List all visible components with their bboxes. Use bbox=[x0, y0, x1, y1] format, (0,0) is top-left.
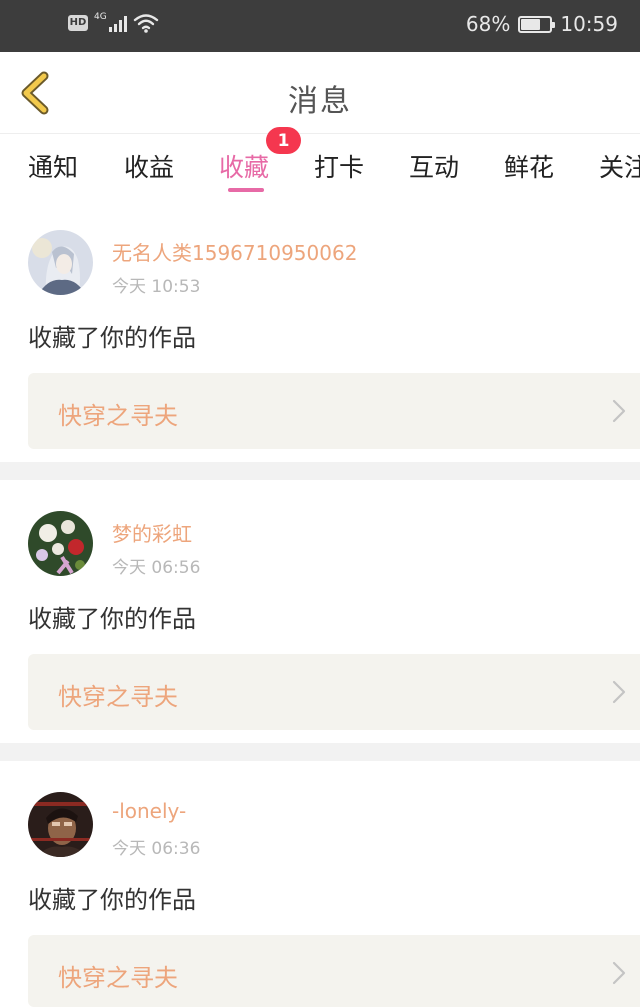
tab-follow[interactable]: 关注 bbox=[599, 148, 640, 184]
tab-interaction[interactable]: 互动 bbox=[409, 148, 459, 184]
action-text: 收藏了你的作品 bbox=[28, 886, 196, 914]
unread-badge: 1 bbox=[266, 127, 301, 154]
timestamp: 今天 06:36 bbox=[112, 839, 201, 859]
work-title: 快穿之寻夫 bbox=[58, 683, 178, 711]
timestamp: 今天 10:53 bbox=[112, 277, 201, 297]
avatar[interactable] bbox=[28, 511, 93, 576]
tab-flowers[interactable]: 鲜花 bbox=[504, 148, 554, 184]
tab-earnings[interactable]: 收益 bbox=[124, 148, 174, 184]
active-tab-indicator bbox=[228, 188, 264, 192]
battery-percent: 68% bbox=[465, 12, 511, 36]
message-card: 无名人类1596710950062 今天 10:53 收藏了你的作品 快穿之寻夫 bbox=[0, 199, 640, 462]
battery-level bbox=[521, 18, 541, 30]
avatar-image bbox=[28, 511, 93, 576]
avatar[interactable] bbox=[28, 792, 93, 857]
tab-checkin[interactable]: 打卡 bbox=[314, 148, 364, 184]
username[interactable]: 无名人类1596710950062 bbox=[112, 237, 357, 266]
chevron-right-icon bbox=[612, 399, 626, 423]
network-type: 4G bbox=[94, 12, 107, 22]
timestamp: 今天 06:56 bbox=[112, 558, 201, 578]
avatar-image bbox=[28, 230, 93, 295]
chevron-right-icon bbox=[612, 680, 626, 704]
action-text: 收藏了你的作品 bbox=[28, 605, 196, 633]
username[interactable]: -lonely- bbox=[112, 799, 186, 823]
card-separator bbox=[0, 743, 640, 761]
signal-icon bbox=[108, 14, 127, 32]
tab-favorites[interactable]: 收藏 bbox=[219, 148, 269, 184]
wifi-icon bbox=[133, 14, 158, 33]
work-link[interactable]: 快穿之寻夫 bbox=[28, 935, 640, 1007]
chevron-right-icon bbox=[612, 961, 626, 985]
page-title: 消息 bbox=[288, 84, 352, 119]
status-right: 68% 10:59 bbox=[466, 12, 618, 36]
message-card: -lonely- 今天 06:36 收藏了你的作品 快穿之寻夫 bbox=[0, 761, 640, 1007]
battery-icon bbox=[518, 15, 556, 33]
work-link[interactable]: 快穿之寻夫 bbox=[28, 373, 640, 449]
work-link[interactable]: 快穿之寻夫 bbox=[28, 654, 640, 730]
card-separator bbox=[0, 462, 640, 480]
message-card: 梦的彩虹 今天 06:56 收藏了你的作品 快穿之寻夫 bbox=[0, 480, 640, 743]
nav-header: 消息 bbox=[0, 52, 640, 134]
status-bar: HD 4G 68% 10:59 bbox=[0, 0, 640, 52]
status-left: HD 4G bbox=[68, 12, 159, 33]
work-title: 快穿之寻夫 bbox=[58, 402, 178, 430]
clock: 10:59 bbox=[560, 12, 618, 36]
action-text: 收藏了你的作品 bbox=[28, 324, 196, 352]
avatar-image bbox=[28, 792, 93, 857]
work-title: 快穿之寻夫 bbox=[58, 964, 178, 992]
avatar[interactable] bbox=[28, 230, 93, 295]
hd-icon: HD bbox=[68, 15, 88, 31]
tab-bar: 通知 收益 收藏 打卡 互动 鲜花 关注 bbox=[0, 135, 640, 195]
username[interactable]: 梦的彩虹 bbox=[112, 518, 192, 547]
tab-notifications[interactable]: 通知 bbox=[28, 148, 78, 184]
